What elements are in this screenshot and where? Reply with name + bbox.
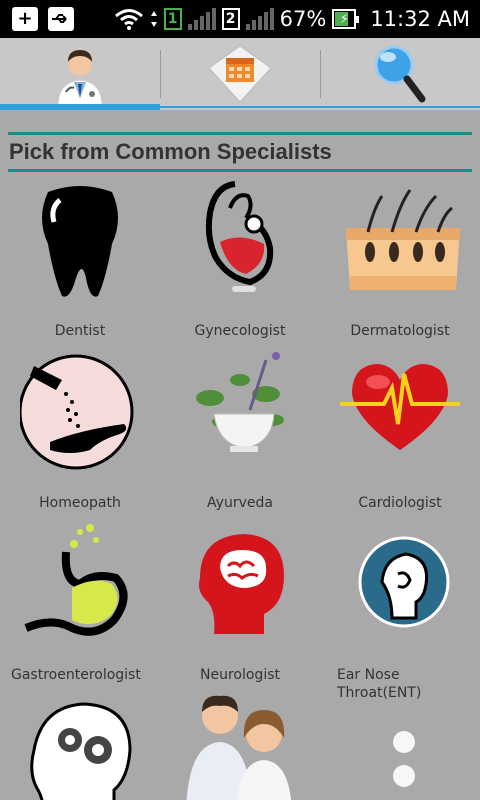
battery-percent: 67% bbox=[279, 7, 327, 31]
tooth-icon bbox=[42, 186, 118, 297]
clock: 11:32 AM bbox=[370, 7, 470, 31]
sim1-icon: 1 bbox=[163, 8, 182, 30]
specialist-label: Gastroenterologist bbox=[11, 667, 141, 683]
magnifier-icon bbox=[374, 45, 426, 103]
doctor-icon bbox=[57, 50, 103, 106]
tab-bar bbox=[0, 38, 480, 110]
specialist-label: Cardiologist bbox=[358, 495, 442, 511]
specialist-ayurveda[interactable]: Ayurveda bbox=[160, 350, 320, 515]
specialist-gynecologist[interactable]: Gynecologist bbox=[160, 178, 320, 343]
mortar-herbs-icon bbox=[196, 352, 284, 452]
tab-calendar[interactable] bbox=[160, 38, 320, 110]
tab-search[interactable] bbox=[320, 38, 480, 110]
specialist-more[interactable] bbox=[320, 694, 480, 800]
usb-icon bbox=[48, 7, 74, 31]
battery-icon: ⚡ bbox=[332, 9, 360, 29]
brain-head-icon bbox=[199, 534, 284, 634]
specialist-label: Neurologist bbox=[200, 667, 280, 683]
mother-baby-icon bbox=[205, 181, 274, 292]
tab-bar-underline bbox=[0, 106, 480, 108]
dots-icon bbox=[393, 731, 415, 787]
calendar-icon bbox=[208, 45, 272, 103]
status-bar: + 1 2 67% ⚡ 11:32 AM bbox=[0, 0, 480, 38]
specialist-ent[interactable]: Ear Nose Throat(ENT) bbox=[320, 522, 480, 701]
head-gears-icon bbox=[30, 702, 132, 800]
specialist-label: Gynecologist bbox=[194, 323, 286, 339]
tab-doctor[interactable] bbox=[0, 38, 160, 110]
specialist-dentist[interactable]: Dentist bbox=[0, 178, 160, 343]
stomach-icon bbox=[24, 524, 128, 636]
specialist-label: Dermatologist bbox=[350, 323, 450, 339]
doctors-icon bbox=[186, 695, 291, 800]
specialist-label: Ayurveda bbox=[207, 495, 273, 511]
section-header: Pick from Common Specialists bbox=[8, 132, 472, 172]
skin-layer-icon bbox=[346, 189, 460, 290]
sim2-icon: 2 bbox=[221, 8, 240, 30]
specialist-dermatologist[interactable]: Dermatologist bbox=[320, 178, 480, 343]
specialist-psychiatrist[interactable] bbox=[0, 694, 160, 800]
wifi-icon bbox=[114, 9, 143, 30]
specialist-neurologist[interactable]: Neurologist bbox=[160, 522, 320, 687]
specialist-general-physician[interactable] bbox=[160, 694, 320, 800]
signal-1-icon bbox=[187, 8, 216, 30]
data-arrows-icon bbox=[150, 11, 157, 27]
specialist-homeopath[interactable]: Homeopath bbox=[0, 350, 160, 515]
add-notification-icon: + bbox=[12, 7, 38, 31]
ent-head-icon bbox=[358, 536, 450, 628]
specialist-label: Homeopath bbox=[39, 495, 121, 511]
pills-hand-icon bbox=[20, 354, 134, 470]
signal-2-icon bbox=[245, 8, 274, 30]
specialist-cardiologist[interactable]: Cardiologist bbox=[320, 350, 480, 515]
specialist-gastroenterologist[interactable]: Gastroenterologist bbox=[0, 522, 160, 687]
specialist-label: Dentist bbox=[54, 323, 106, 339]
heart-ecg-icon bbox=[340, 364, 460, 450]
section-title: Pick from Common Specialists bbox=[9, 139, 332, 164]
